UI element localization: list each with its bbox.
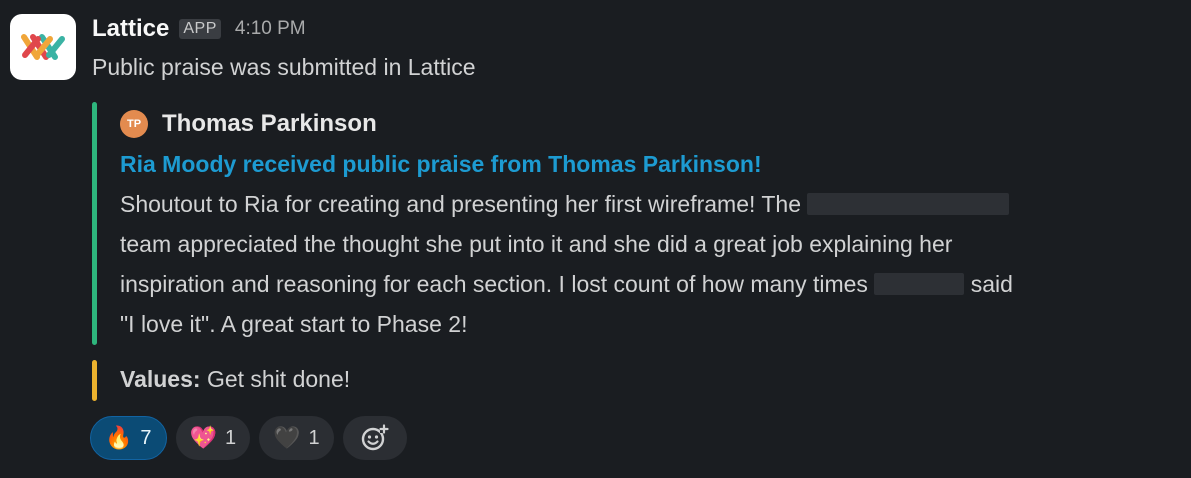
lattice-logo-icon (21, 34, 65, 60)
message-timestamp[interactable]: 4:10 PM (235, 18, 306, 40)
author-name: Thomas Parkinson (162, 110, 377, 137)
praise-attachment: TP Thomas Parkinson Ria Moody received p… (92, 102, 1172, 346)
message-text: Public praise was submitted in Lattice (92, 54, 476, 80)
add-reaction-icon (361, 424, 389, 451)
attachment-body: Shoutout to Ria for creating and present… (120, 184, 1180, 344)
message-header: Lattice APP 4:10 PM (92, 12, 306, 46)
field-value: Get shit done! (206, 366, 351, 392)
reaction-count: 7 (140, 426, 152, 449)
body-line: inspiration and reasoning for each secti… (120, 264, 1180, 304)
lattice-app-avatar[interactable] (10, 14, 76, 80)
app-badge: APP (179, 19, 221, 39)
attachment-title-link[interactable]: Ria Moody received public praise from Th… (120, 151, 762, 178)
field-text: Values: Get shit done! (120, 366, 350, 393)
reaction-sparkling-heart[interactable]: 💖 1 (175, 416, 251, 460)
reaction-count: 1 (224, 426, 237, 449)
values-field: Values: Get shit done! (92, 360, 692, 402)
attachment-author: TP Thomas Parkinson (120, 110, 377, 138)
reaction-black-heart[interactable]: 🖤 1 (259, 416, 334, 460)
field-label: Values: (120, 366, 201, 392)
field-accent-bar (92, 360, 97, 401)
author-avatar: TP (120, 110, 148, 138)
reaction-count: 1 (308, 426, 320, 449)
body-line: Shoutout to Ria for creating and present… (120, 184, 1180, 224)
redacted-text (807, 193, 1010, 215)
body-text: said (970, 271, 1013, 297)
body-text: Shoutout to Ria for creating and present… (120, 191, 801, 217)
black-heart-icon: 🖤 (273, 425, 301, 450)
body-line: "I love it". A great start to Phase 2! (120, 311, 468, 337)
reaction-fire[interactable]: 🔥 7 (90, 416, 167, 460)
app-name[interactable]: Lattice (92, 15, 169, 43)
attachment-accent-bar (92, 102, 97, 345)
add-reaction-button[interactable] (342, 416, 407, 460)
redacted-text (874, 273, 965, 295)
body-text: inspiration and reasoning for each secti… (120, 271, 868, 297)
sparkling-heart-icon: 💖 (189, 425, 217, 450)
fire-icon: 🔥 (105, 425, 133, 450)
reactions-bar: 🔥 7 💖 1 🖤 1 (90, 416, 407, 462)
body-line: team appreciated the thought she put int… (120, 231, 953, 257)
